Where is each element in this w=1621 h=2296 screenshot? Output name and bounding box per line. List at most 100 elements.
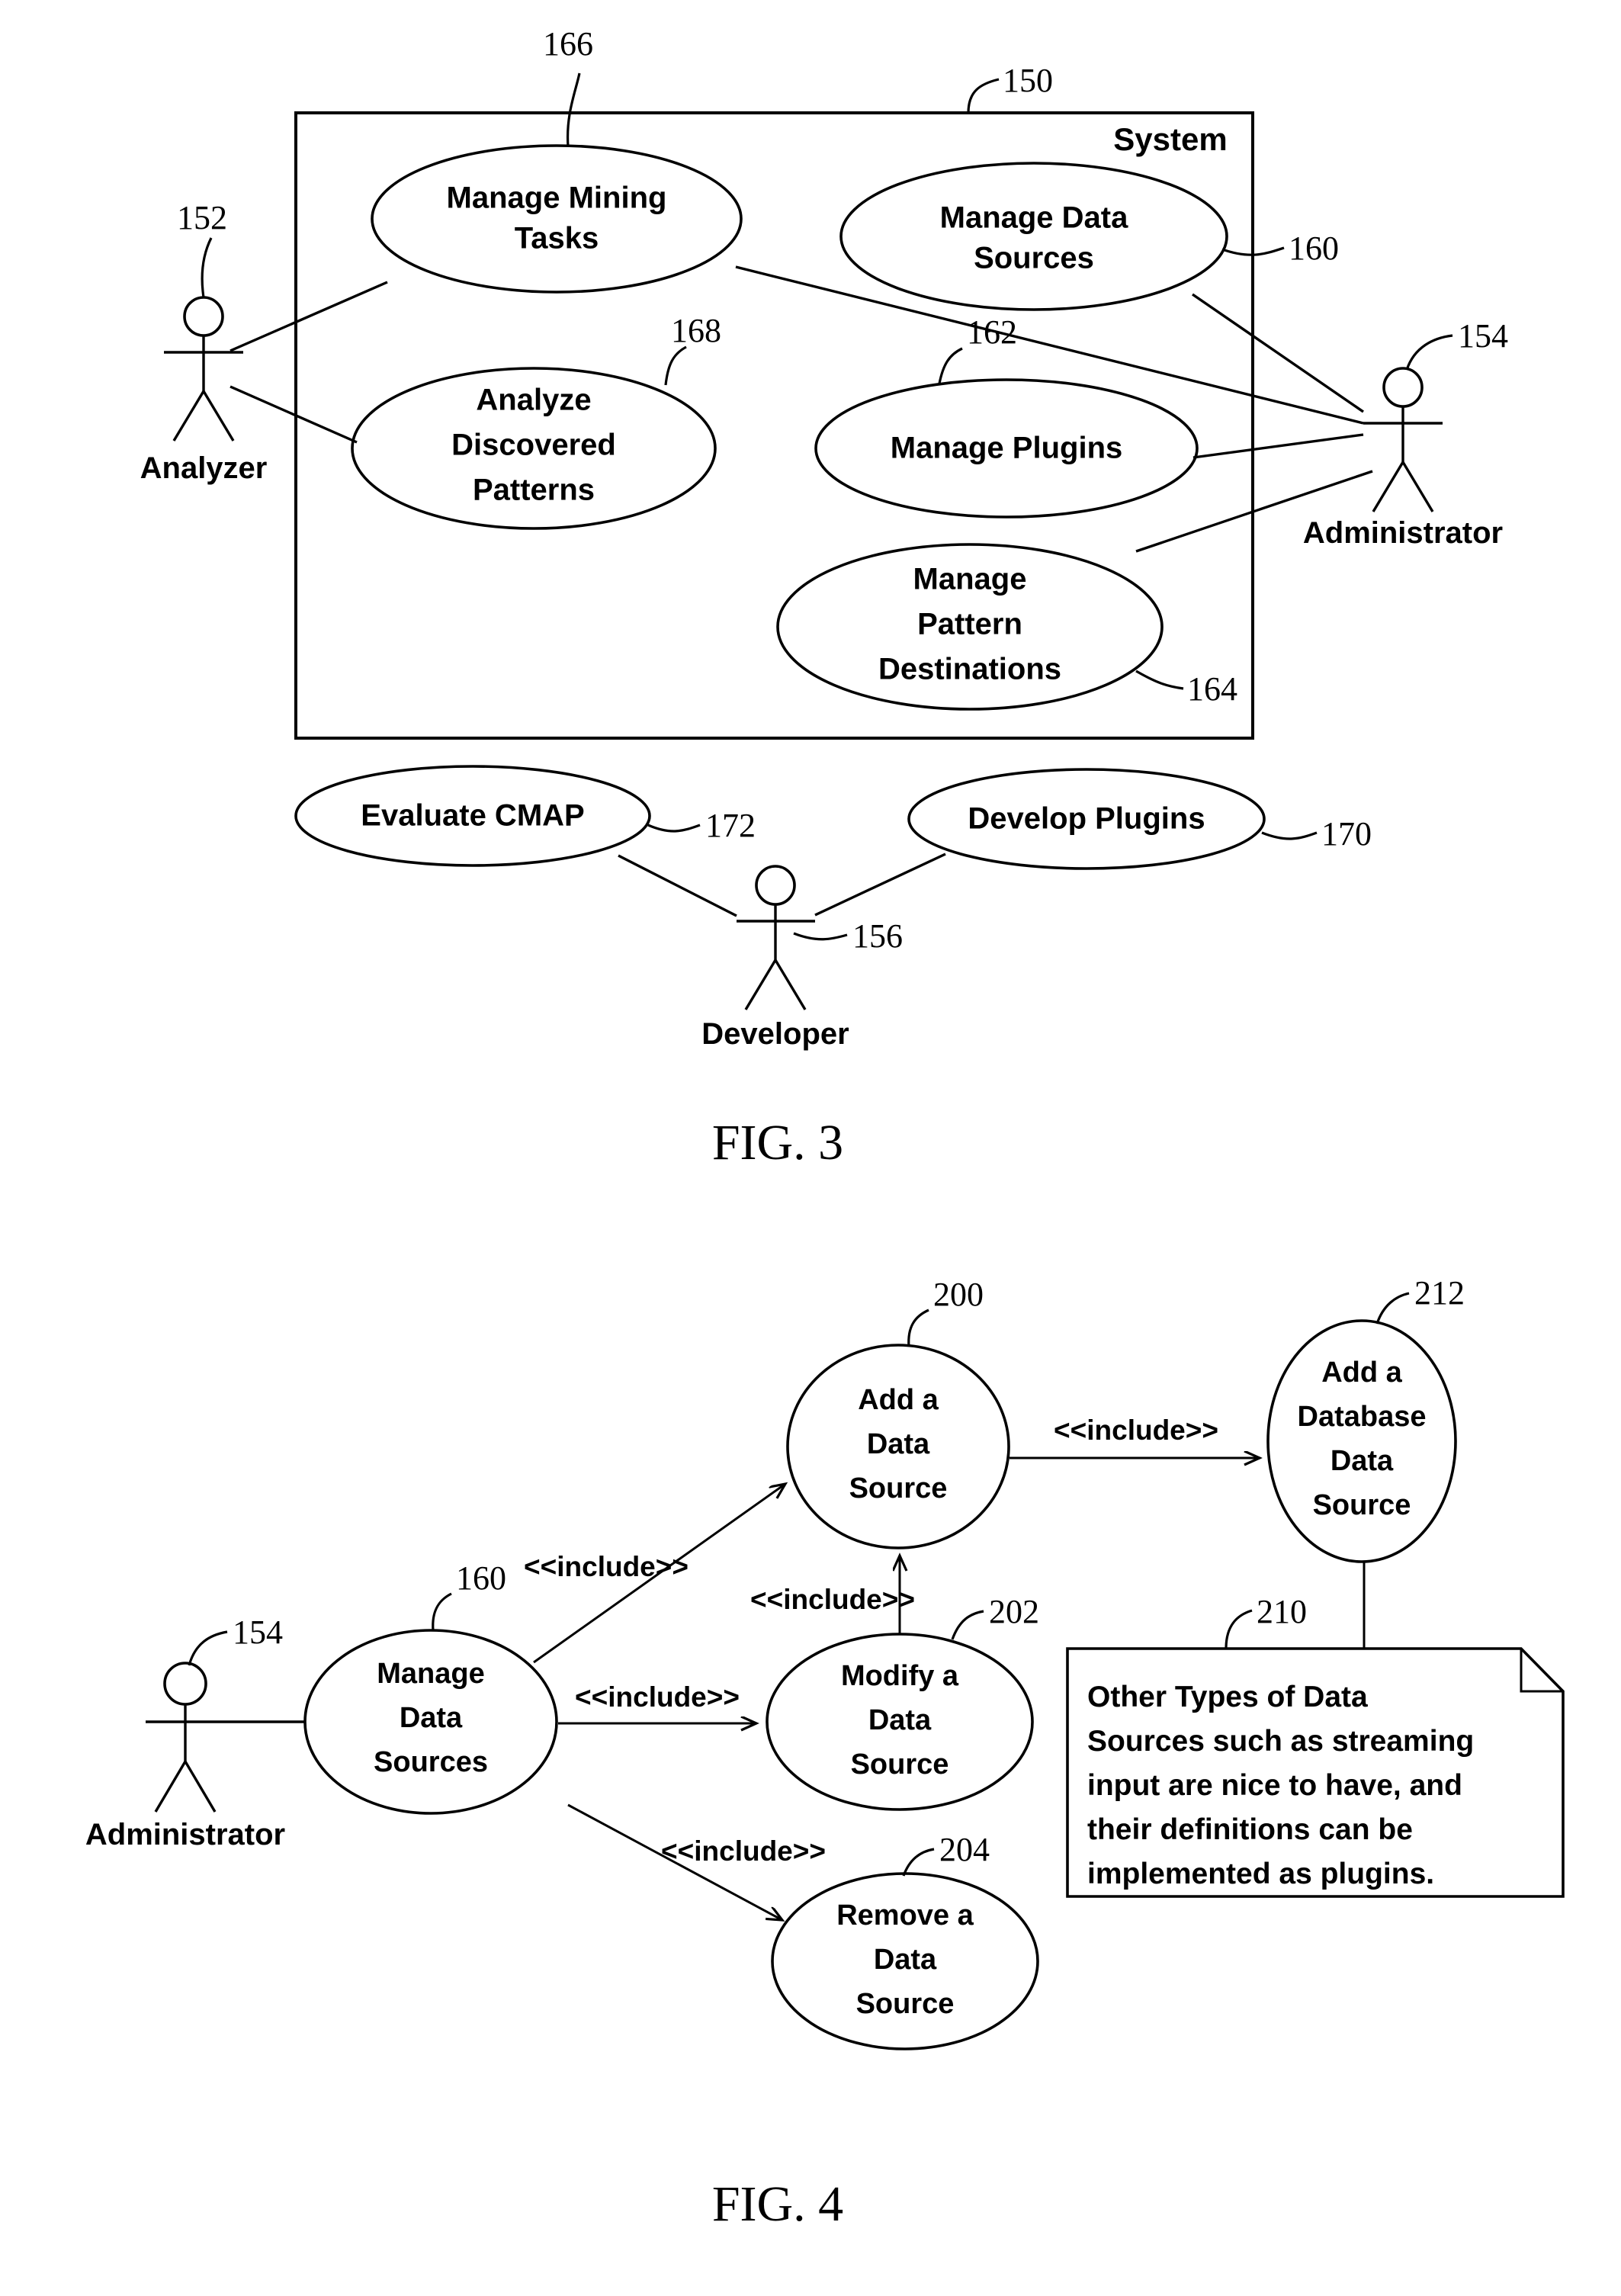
note-text-line-4: their definitions can be [1087,1813,1413,1846]
figure-3: System 150 Manage Mining Tasks 166 Manag… [140,25,1508,1170]
association-administrator-to-manage-data-sources [1192,293,1364,413]
use-case-label-line-1: Manage [377,1658,484,1690]
ref-number-204: 204 [939,1831,990,1868]
leader-150 [967,78,1000,114]
leader-166 [566,72,581,147]
leader-162 [938,347,963,384]
use-case-label-line-1: Manage Mining [447,181,667,215]
actor-label-developer: Developer [701,1017,849,1051]
actor-leg-right [1401,461,1434,512]
use-case-label-line-2: Discovered [451,429,616,462]
use-case-develop-plugins[interactable]: Develop Plugins [907,768,1266,870]
leader-200 [907,1309,929,1347]
use-case-label-line-2: Data [874,1944,937,1976]
actor-leg-left [154,1761,187,1813]
actor-developer[interactable]: Developer [701,865,849,1051]
ref-number-154-fig4: 154 [233,1614,283,1651]
use-case-label-line-1: Manage Plugins [891,432,1123,465]
use-case-label-line-2: Data [400,1702,463,1734]
ref-number-160-fig3: 160 [1289,230,1339,267]
leader-156 [793,932,848,941]
actor-leg-left [172,390,205,442]
ref-number-168: 168 [671,312,721,349]
leader-210 [1225,1609,1253,1649]
use-case-label-line-3: Source [849,1472,948,1504]
leader-164 [1135,670,1184,690]
use-case-label-line-2: Pattern [917,608,1022,641]
use-case-label-line-2: Database [1298,1401,1427,1433]
note-text-line-5: implemented as plugins. [1087,1858,1434,1890]
use-case-label-line-1: Manage Data [940,201,1128,235]
actor-administrator[interactable]: Administrator [1303,367,1503,550]
use-case-label-line-4: Source [1313,1489,1411,1521]
include-stereotype-label-1: <<include>> [524,1551,689,1582]
leader-204 [902,1848,935,1877]
use-case-add-a-data-source[interactable]: Add a Data Source [786,1344,1010,1549]
leader-170 [1261,831,1318,840]
leader-172 [647,824,701,833]
figures-canvas: System 150 Manage Mining Tasks 166 Manag… [85,25,1565,2232]
use-case-manage-mining-tasks[interactable]: Manage Mining Tasks [371,144,743,294]
use-case-label-line-2: Data [868,1704,932,1736]
actor-label-analyzer: Analyzer [140,451,268,485]
use-case-label-line-3: Sources [374,1746,488,1778]
use-case-label-line-1: Remove a [836,1899,974,1932]
use-case-manage-pattern-destinations[interactable]: Manage Pattern Destinations [776,543,1164,711]
ref-number-154-fig3: 154 [1458,317,1508,355]
use-case-modify-a-data-source[interactable]: Modify a Data Source [766,1633,1034,1811]
figure-4-caption: FIG. 4 [712,2176,843,2232]
patent-figure-sheet: System 150 Manage Mining Tasks 166 Manag… [0,0,1621,2296]
leader-154-fig3 [1405,334,1453,371]
actor-administrator-fig4[interactable]: Administrator [85,1662,285,1851]
use-case-label-line-2: Data [867,1428,930,1460]
leader-212 [1375,1292,1410,1325]
ref-number-210: 210 [1257,1593,1307,1630]
actor-label-administrator-fig4: Administrator [85,1818,285,1851]
actor-leg-right [184,1761,217,1813]
note-text-line-3: input are nice to have, and [1087,1769,1462,1802]
use-case-label-line-2: Tasks [515,222,599,255]
use-case-label-line-1: Evaluate CMAP [361,799,584,833]
actor-leg-left [744,959,777,1010]
use-case-manage-data-sources[interactable]: Manage Data Sources [839,162,1228,311]
use-case-label-line-3: Data [1331,1445,1394,1477]
note-text-line-1: Other Types of Data [1087,1681,1368,1713]
include-stereotype-label-3: <<include>> [661,1835,826,1867]
note-other-data-source-types: Other Types of Data Sources such as stre… [1066,1647,1565,1898]
use-case-manage-plugins[interactable]: Manage Plugins [814,378,1199,519]
use-case-remove-a-data-source[interactable]: Remove a Data Source [771,1872,1039,2050]
ref-number-170: 170 [1321,815,1372,853]
use-case-manage-data-sources-fig4[interactable]: Manage Data Sources [303,1629,558,1815]
use-case-ellipse [839,162,1228,311]
use-case-label-line-3: Patterns [473,474,595,507]
association-analyzer-to-manage-mining-tasks [230,281,388,352]
use-case-analyze-discovered-patterns[interactable]: Analyze Discovered Patterns [351,367,717,530]
association-developer-to-develop-plugins [814,853,946,917]
leader-154-fig4 [188,1630,228,1666]
leader-168 [664,345,687,386]
actor-head [183,296,224,337]
use-case-label-line-3: Source [856,1988,955,2020]
use-case-label-line-1: Add a [858,1384,939,1416]
ref-number-212: 212 [1414,1274,1465,1312]
ref-number-200: 200 [933,1276,984,1313]
leader-160-fig4 [432,1592,452,1631]
association-analyzer-to-analyze-discovered-patterns [230,385,358,444]
association-developer-to-evaluate-cmap [618,854,737,917]
leader-202 [951,1610,984,1640]
ref-number-166: 166 [543,25,593,63]
use-case-ellipse [371,144,743,294]
actor-analyzer[interactable]: Analyzer [140,296,268,485]
actor-label-administrator: Administrator [1303,516,1503,550]
use-case-label-line-1: Develop Plugins [968,802,1205,836]
ref-number-202: 202 [989,1593,1039,1630]
include-stereotype-label-4: <<include>> [750,1584,915,1615]
use-case-add-a-database-data-source[interactable]: Add a Database Data Source [1266,1319,1457,1563]
use-case-label-line-1: Analyze [476,384,591,417]
use-case-evaluate-cmap[interactable]: Evaluate CMAP [294,765,651,867]
actor-head [1382,367,1424,408]
note-text-line-2: Sources such as streaming [1087,1725,1474,1758]
use-case-label-line-1: Modify a [841,1660,959,1692]
association-administrator-to-manage-plugins [1192,433,1364,459]
ref-number-152: 152 [177,199,227,236]
